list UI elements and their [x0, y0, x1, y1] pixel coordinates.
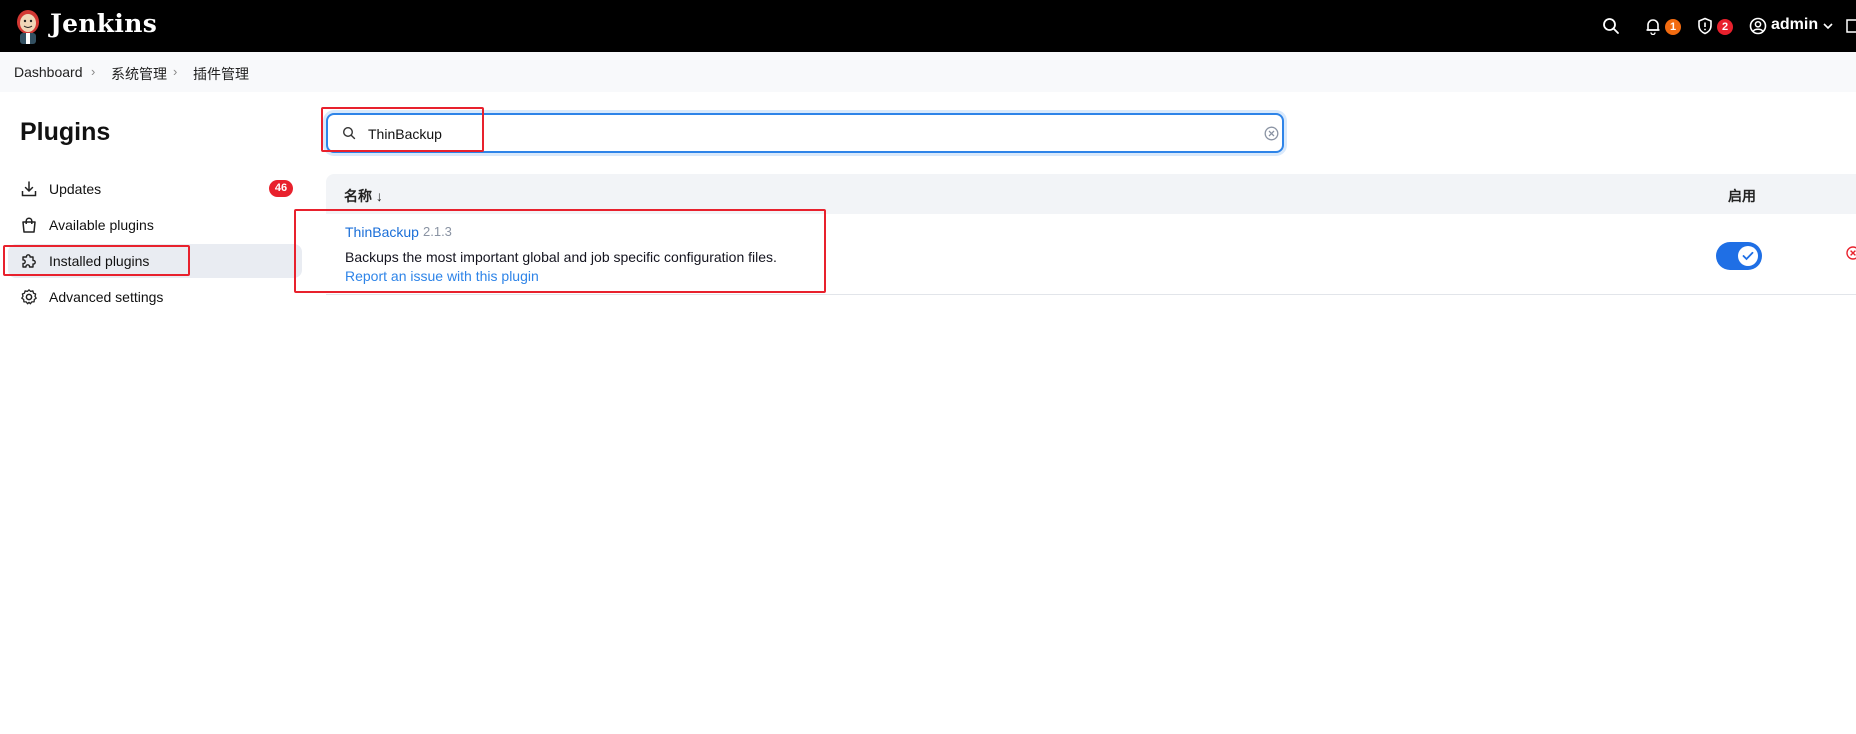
- security-badge[interactable]: 2: [1717, 19, 1733, 35]
- uninstall-icon[interactable]: [1846, 246, 1856, 260]
- chevron-right-icon: ›: [91, 64, 96, 79]
- column-header-name[interactable]: 名称 ↓: [344, 186, 383, 206]
- toggle-knob: [1738, 246, 1758, 266]
- bell-icon[interactable]: [1644, 17, 1662, 35]
- breadcrumb-manage-jenkins[interactable]: 系统管理: [111, 64, 167, 84]
- sidebar-item-available-plugins[interactable]: Available plugins: [8, 208, 302, 242]
- logout-icon[interactable]: [1846, 17, 1856, 35]
- brand-title[interactable]: Jenkins: [50, 9, 157, 38]
- column-header-enabled: 启用: [1728, 188, 1756, 204]
- gear-icon: [21, 289, 37, 305]
- sidebar-item-updates[interactable]: Updates: [8, 172, 302, 206]
- check-icon: [1742, 251, 1754, 261]
- updates-count-badge: 46: [269, 180, 293, 197]
- highlight-box-plugin-row: [294, 209, 826, 293]
- highlight-box-search: [321, 107, 484, 152]
- plugins-table-header: 名称 ↓ 启用: [326, 174, 1856, 214]
- top-header: Jenkins 1 2 admin: [0, 0, 1856, 52]
- highlight-box-installed-plugins: [3, 245, 190, 276]
- sidebar-item-label: Advanced settings: [49, 289, 164, 305]
- sidebar-item-advanced-settings[interactable]: Advanced settings: [8, 280, 302, 314]
- clear-search-icon[interactable]: [1264, 126, 1279, 141]
- breadcrumb: Dashboard › 系统管理 › 插件管理: [0, 52, 1856, 92]
- chevron-right-icon: ›: [173, 64, 178, 79]
- chevron-down-icon[interactable]: [1822, 20, 1834, 32]
- search-icon[interactable]: [1602, 17, 1620, 35]
- sidebar-item-label: Updates: [49, 181, 102, 197]
- plugin-search-input[interactable]: [366, 122, 1240, 146]
- sidebar-item-label: Available plugins: [49, 217, 154, 233]
- download-icon: [21, 181, 37, 197]
- breadcrumb-dashboard[interactable]: Dashboard: [14, 64, 83, 80]
- user-name[interactable]: admin: [1771, 16, 1818, 34]
- shopping-bag-icon: [22, 217, 36, 233]
- jenkins-logo-icon[interactable]: [14, 9, 42, 45]
- plugin-enabled-toggle[interactable]: [1716, 242, 1762, 270]
- notification-badge[interactable]: 1: [1665, 19, 1681, 35]
- page-title: Plugins: [20, 118, 111, 146]
- user-icon[interactable]: [1749, 17, 1767, 35]
- shield-icon[interactable]: [1696, 17, 1714, 35]
- breadcrumb-plugin-manager[interactable]: 插件管理: [193, 64, 249, 84]
